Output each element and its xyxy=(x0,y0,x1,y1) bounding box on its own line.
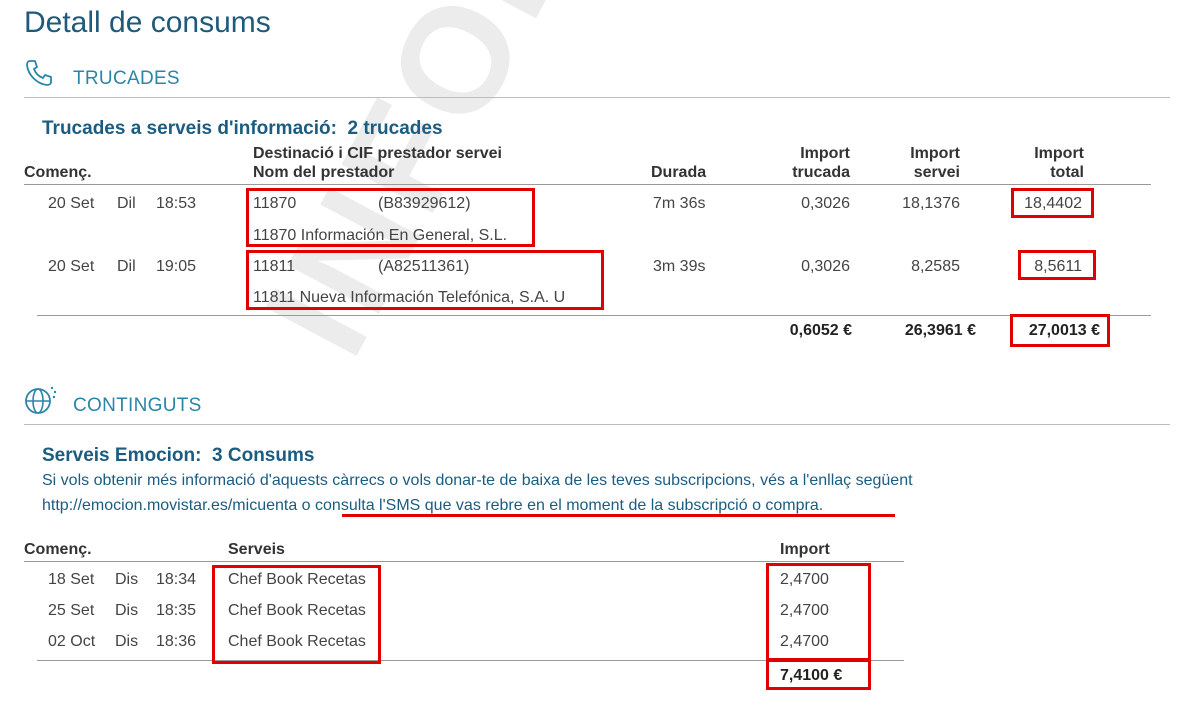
section-title-contents: CONTINGUTS xyxy=(73,395,202,416)
header-total-amount-line2: total xyxy=(1050,164,1084,181)
row-call-amount: 0,3026 xyxy=(801,195,850,212)
row-duration: 3m 39s xyxy=(653,258,706,275)
row-time: 18:34 xyxy=(156,571,197,588)
row-time: 18:53 xyxy=(156,195,197,212)
calls-subtitle-count: 2 trucades xyxy=(347,118,443,139)
highlight-box-provider-1 xyxy=(246,188,535,247)
highlight-box-provider-2 xyxy=(246,250,604,310)
row-call-amount: 0,3026 xyxy=(801,258,850,275)
phone-icon xyxy=(26,60,52,86)
row-day: Dis xyxy=(115,571,139,588)
highlight-box-services xyxy=(212,565,381,664)
header-call-amount-line2: trucada xyxy=(792,164,850,181)
header-destination-line1: Destinació i CIF prestador servei xyxy=(253,145,502,162)
section-title-calls: TRUCADES xyxy=(73,68,180,89)
row-date: 02 Oct xyxy=(48,633,96,650)
calls-subtitle: Trucades a serveis d'informació: 2 truca… xyxy=(42,118,443,140)
row-day: Dil xyxy=(117,258,136,275)
header-services: Serveis xyxy=(228,541,285,558)
highlight-box-total-1 xyxy=(1011,188,1094,218)
row-time: 19:05 xyxy=(156,258,197,275)
header-call-amount: Import trucada xyxy=(760,144,850,182)
row-time: 18:36 xyxy=(156,633,197,650)
highlight-box-amounts xyxy=(766,563,871,662)
header-service-amount-line1: Import xyxy=(910,145,960,162)
header-start: Començ. xyxy=(24,541,92,558)
info-period: . xyxy=(818,497,824,514)
row-day: Dis xyxy=(115,602,139,619)
row-day: Dis xyxy=(115,633,139,650)
row-date: 20 Set xyxy=(48,195,95,212)
row-date: 25 Set xyxy=(48,602,95,619)
header-call-amount-line1: Import xyxy=(800,145,850,162)
section-divider xyxy=(24,97,1170,98)
totals-divider xyxy=(37,315,1151,316)
header-duration: Durada xyxy=(651,164,707,181)
header-service-amount-line2: servei xyxy=(913,164,960,181)
consumption-detail: Detall de consums TRUCADES Trucades a se… xyxy=(0,0,1200,721)
highlight-underline-sms xyxy=(342,514,895,517)
info-text-line2: http://emocion.movistar.es/micuenta o co… xyxy=(42,497,823,515)
highlight-box-grand-total xyxy=(1010,314,1110,347)
calls-subtitle-label: Trucades a serveis d'informació: xyxy=(42,118,337,139)
contents-subtitle-label: Serveis Emocion: xyxy=(42,445,202,466)
contents-subtitle-count: 3 Consums xyxy=(212,445,315,466)
row-service-amount: 18,1376 xyxy=(902,195,960,212)
total-service-amount: 26,3961 € xyxy=(904,322,976,339)
row-date: 20 Set xyxy=(48,258,95,275)
header-amount: Import xyxy=(780,541,830,558)
table-header-divider xyxy=(24,561,904,562)
total-call-amount: 0,6052 € xyxy=(789,322,852,339)
header-total-amount-line1: Import xyxy=(1034,145,1084,162)
row-duration: 7m 36s xyxy=(653,195,706,212)
highlight-box-contents-total xyxy=(766,658,871,690)
info-link-text: http://emocion.movistar.es/micuenta o xyxy=(42,497,316,514)
page-title: Detall de consums xyxy=(24,6,271,39)
info-text-line1: Si vols obtenir més informació d'aquests… xyxy=(42,472,913,489)
header-destination-line2: Nom del prestador xyxy=(253,164,395,181)
info-sms-text: consulta l'SMS que vas rebre en el momen… xyxy=(315,497,819,514)
header-total-amount: Import total xyxy=(1000,144,1084,182)
header-start: Començ. xyxy=(24,164,92,181)
header-service-amount: Import servei xyxy=(880,144,960,182)
row-service-amount: 8,2585 xyxy=(911,258,960,275)
row-time: 18:35 xyxy=(156,602,197,619)
row-day: Dil xyxy=(117,195,136,212)
header-destination: Destinació i CIF prestador servei Nom de… xyxy=(253,144,502,182)
globe-icon xyxy=(25,386,57,414)
table-header-divider xyxy=(24,184,1151,185)
highlight-box-total-2 xyxy=(1018,250,1096,280)
row-date: 18 Set xyxy=(48,571,95,588)
contents-subtitle: Serveis Emocion: 3 Consums xyxy=(42,445,314,467)
section-divider xyxy=(24,424,1170,425)
